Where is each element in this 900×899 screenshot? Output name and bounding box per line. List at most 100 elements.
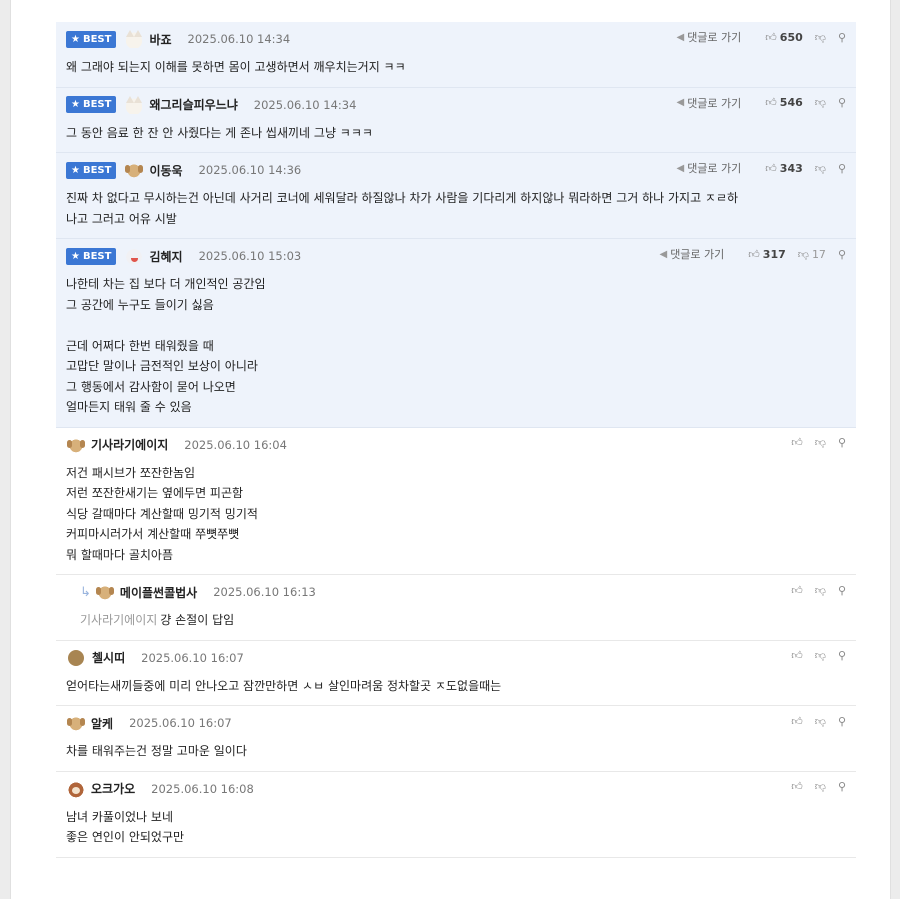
like-count: 343 [779, 161, 803, 175]
avatar[interactable] [68, 649, 84, 666]
goto-comment-link[interactable]: ◀ 댓글로 가기 [676, 29, 741, 45]
like-button[interactable]: 👍︎ [791, 715, 803, 728]
comment: ★ BEST 왜그리슬피우느냐 2025.06.10 14:34 ◀ 댓글로 가기 👍︎ 54… [56, 87, 856, 153]
comment-actions: 👍︎ 👎︎ ⚲ [779, 712, 846, 730]
avatar[interactable] [66, 714, 86, 732]
dislike-button[interactable]: 👎︎ 17 [798, 248, 826, 261]
avatar[interactable] [66, 779, 86, 798]
comment-actions: 👍︎ 👎︎ ⚲ [779, 647, 846, 665]
send-icon: ◀ [676, 31, 685, 43]
like-button[interactable]: 👍︎ [791, 436, 803, 449]
avatar[interactable] [124, 95, 145, 114]
content-panel: ★ BEST 바죠 2025.06.10 14:34 ◀ 댓글로 가기 👍︎ 650 👎︎ ⚲ 왜 … [10, 0, 891, 899]
nickname[interactable]: 기사라기에이지 [91, 436, 168, 453]
avatar[interactable] [124, 247, 145, 265]
best-label: BEST [82, 164, 112, 176]
comment: ★ BEST 김혜지 2025.06.10 15:03 ◀ 댓글로 가기 👍︎ 317 👎︎ 17… [56, 239, 856, 428]
nickname[interactable]: 오크가오 [91, 780, 135, 797]
comment: ★ BEST 바죠 2025.06.10 14:34 ◀ 댓글로 가기 👍︎ 650 👎︎ ⚲ 왜 … [56, 22, 856, 88]
dislike-button[interactable]: 👎︎ [815, 584, 826, 597]
goto-label: 댓글로 가기 [687, 162, 742, 175]
link-icon: ⚲ [837, 436, 846, 449]
thumbs-up-icon: 👍︎ [791, 436, 803, 449]
thumbs-up-icon: 👍︎ [765, 30, 777, 44]
send-icon: ◀ [676, 162, 685, 174]
goto-comment-link[interactable]: ◀ 댓글로 가기 [676, 95, 741, 111]
comment-header: 오크가오 2025.06.10 16:08 [66, 779, 846, 798]
like-button[interactable]: 👍︎ 343 [765, 162, 802, 175]
thumbs-down-icon: 👎︎ [814, 583, 826, 597]
thumbs-up-icon: 👍︎ [765, 161, 777, 175]
star-icon: ★ [71, 33, 80, 45]
best-badge: ★ BEST [66, 161, 117, 179]
nickname[interactable]: 메이플썬콜법사 [120, 584, 197, 601]
timestamp: 2025.06.10 16:08 [151, 781, 254, 796]
goto-label: 댓글로 가기 [687, 96, 742, 110]
share-link-button[interactable]: ⚲ [838, 436, 846, 449]
comment-body: 저건 패시브가 쪼잔한놈임 저런 쪼잔한새기는 옆에두면 피곤함 식당 갈때마다… [66, 463, 846, 575]
timestamp: 2025.06.10 15:03 [198, 249, 302, 263]
goto-comment-link[interactable]: ◀ 댓글로 가기 [659, 246, 724, 262]
comment: ★ BEST 이동욱 2025.06.10 14:36 ◀ 댓글로 가기 👍︎ 343 👎︎ ⚲ 진… [56, 153, 856, 239]
comment: 첼시띠 2025.06.10 16:07 👍︎ 👎︎ ⚲ 얻어타는새끼들중에 미리 안나오… [56, 641, 856, 706]
timestamp: 2025.06.10 16:07 [129, 716, 232, 730]
comment-actions: ◀ 댓글로 가기 👍︎ 343 👎︎ ⚲ [676, 159, 846, 177]
like-button[interactable]: 👍︎ 650 [765, 31, 802, 44]
dislike-button[interactable]: 👎︎ [815, 649, 826, 662]
dislike-button[interactable]: 👎︎ [815, 715, 826, 728]
goto-comment-link[interactable]: ◀ 댓글로 가기 [676, 160, 741, 176]
share-link-button[interactable]: ⚲ [838, 96, 846, 109]
avatar[interactable] [124, 161, 145, 179]
comment-text: 걍 손절이 답임 [160, 613, 235, 627]
dislike-button[interactable]: 👎︎ [815, 96, 826, 109]
star-icon: ★ [71, 250, 80, 262]
comment-header: 알케 2025.06.10 16:07 [66, 714, 846, 732]
share-link-button[interactable]: ⚲ [838, 584, 846, 597]
nickname[interactable]: 이동욱 [149, 162, 182, 179]
dislike-button[interactable]: 👎︎ [815, 162, 826, 175]
nickname[interactable]: 왜그리슬피우느냐 [149, 96, 237, 113]
like-button[interactable]: 👍︎ [791, 649, 803, 662]
avatar[interactable] [94, 583, 115, 601]
avatar[interactable] [124, 30, 145, 48]
like-button[interactable]: 👍︎ [791, 780, 803, 793]
comment-body: 얻어타는새끼들중에 미리 안나오고 잠깐만하면 ㅅㅂ 살인마려움 정차할곳 ㅈ도… [66, 676, 846, 706]
comment-list: ★ BEST 바죠 2025.06.10 14:34 ◀ 댓글로 가기 👍︎ 650 👎︎ ⚲ 왜 … [56, 22, 856, 858]
send-icon: ◀ [676, 97, 685, 108]
star-icon: ★ [71, 164, 80, 176]
comment-body: 나한테 차는 집 보다 더 개인적인 공간임 그 공간에 누구도 들이기 싫음 … [66, 274, 846, 427]
nickname[interactable]: 김혜지 [149, 248, 182, 265]
timestamp: 2025.06.10 16:13 [213, 585, 316, 599]
thumbs-down-icon: 👎︎ [797, 247, 809, 261]
nickname[interactable]: 알케 [91, 715, 113, 732]
timestamp: 2025.06.10 14:34 [253, 97, 357, 112]
avatar[interactable] [66, 435, 86, 454]
best-label: BEST [82, 250, 112, 262]
dislike-button[interactable]: 👎︎ [815, 780, 826, 793]
reply-arrow-icon: ↳ [80, 584, 91, 600]
timestamp: 2025.06.10 16:07 [141, 650, 244, 665]
comment-header: ↳ 메이플썬콜법사 2025.06.10 16:13 [80, 583, 846, 601]
comment-actions: 👍︎ 👎︎ ⚲ [779, 434, 846, 452]
nickname[interactable]: 바죠 [149, 31, 171, 48]
best-label: BEST [82, 99, 112, 110]
thumbs-down-icon: 👎︎ [814, 436, 826, 449]
thumbs-down-icon: 👎︎ [814, 161, 826, 175]
share-link-button[interactable]: ⚲ [838, 248, 846, 261]
dislike-button[interactable]: 👎︎ [815, 31, 826, 44]
share-link-button[interactable]: ⚲ [838, 31, 846, 44]
link-icon: ⚲ [837, 161, 846, 175]
share-link-button[interactable]: ⚲ [838, 649, 846, 662]
share-link-button[interactable]: ⚲ [838, 780, 846, 793]
share-link-button[interactable]: ⚲ [838, 162, 846, 175]
dislike-button[interactable]: 👎︎ [815, 436, 826, 449]
like-button[interactable]: 👍︎ 546 [765, 96, 802, 109]
best-badge: ★ BEST [66, 247, 117, 265]
goto-label: 댓글로 가기 [687, 31, 742, 44]
like-button[interactable]: 👍︎ 317 [748, 248, 785, 261]
comment-header: 첼시띠 2025.06.10 16:07 [66, 649, 846, 667]
like-button[interactable]: 👍︎ [791, 584, 803, 597]
reply-mention[interactable]: 기사라기에이지 [80, 613, 157, 627]
nickname[interactable]: 첼시띠 [92, 649, 125, 666]
share-link-button[interactable]: ⚲ [838, 715, 846, 728]
